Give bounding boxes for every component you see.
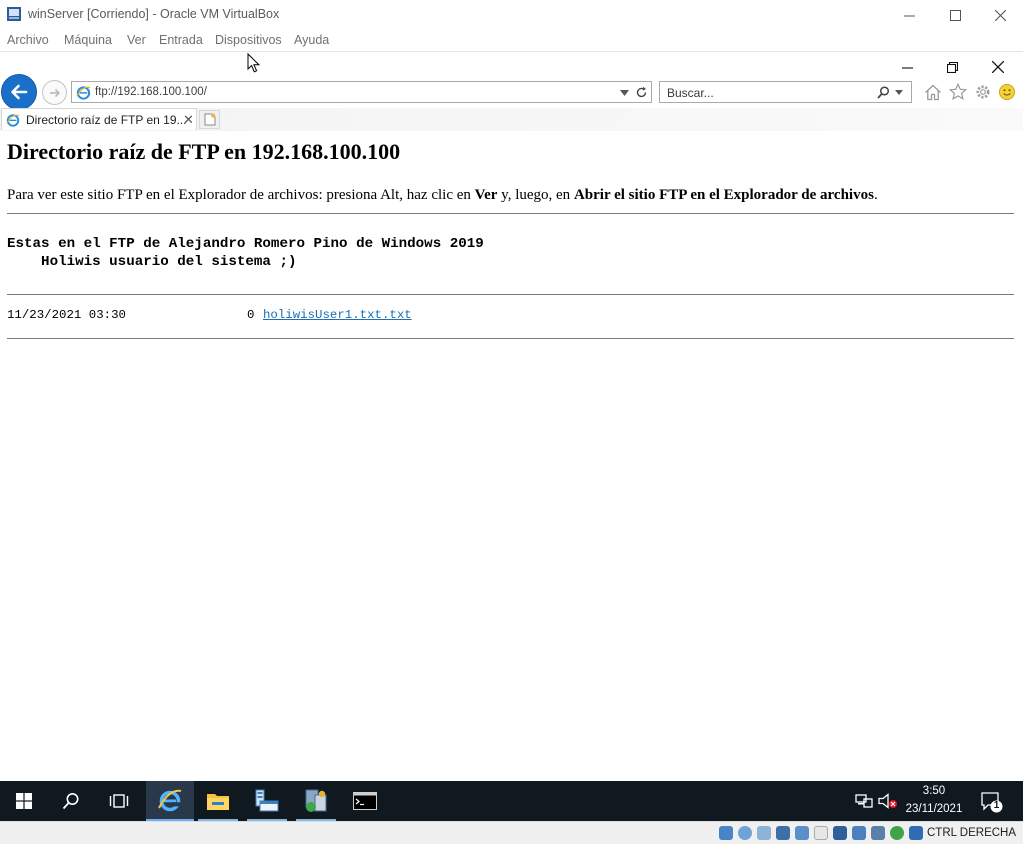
search-box[interactable]: Buscar... — [659, 81, 912, 103]
virtualization-icon[interactable] — [871, 826, 885, 840]
forward-button[interactable] — [42, 80, 67, 105]
file-datetime: 11/23/2021 03:30 — [7, 308, 126, 322]
search-icon — [62, 793, 79, 810]
clock-date[interactable]: 23/11/2021 — [900, 803, 968, 815]
favorites-button[interactable] — [948, 82, 968, 102]
internet-explorer-icon — [158, 789, 182, 812]
notification-count: 1 — [993, 800, 1000, 811]
optical-drive-icon[interactable] — [738, 826, 752, 840]
terminal-icon — [353, 792, 377, 810]
address-text: ftp://192.168.100.100/ — [95, 86, 207, 98]
search-taskbar-button[interactable] — [47, 781, 95, 821]
menu-dispositivos[interactable]: Dispositivos — [215, 33, 282, 47]
action-center-button[interactable]: 1 — [980, 791, 1004, 813]
instructions-text: y, luego, en — [497, 187, 574, 203]
back-button[interactable] — [1, 74, 37, 110]
video-capture-icon[interactable] — [852, 826, 866, 840]
refresh-icon[interactable] — [635, 86, 648, 99]
taskbar-iis-manager[interactable] — [292, 781, 340, 821]
audio-icon[interactable] — [757, 826, 771, 840]
guest-additions-icon[interactable] — [890, 826, 904, 840]
address-bar[interactable]: ftp://192.168.100.100/ — [71, 81, 652, 103]
maximize-button[interactable] — [932, 0, 978, 30]
clock-time[interactable]: 3:50 — [900, 785, 968, 797]
instructions-text: . — [873, 187, 878, 203]
network-adapter-icon[interactable] — [776, 826, 790, 840]
divider — [7, 294, 1014, 295]
menu-maquina[interactable]: Máquina — [64, 33, 112, 47]
feedback-button[interactable] — [997, 82, 1017, 102]
tab-close-icon[interactable]: ✕ — [183, 112, 194, 128]
window-title: winServer [Corriendo] - Oracle VM Virtua… — [28, 7, 280, 21]
file-size: 0 — [247, 308, 255, 322]
star-icon — [949, 83, 967, 101]
restore-icon — [946, 61, 958, 73]
menu-bar: Archivo Máquina Ver Entrada Dispositivos… — [0, 30, 1023, 52]
gear-icon — [976, 85, 990, 99]
forward-arrow-icon — [49, 88, 60, 97]
welcome-banner-line-1: Estas en el FTP de Alejandro Romero Pino… — [7, 236, 484, 252]
home-icon — [925, 84, 941, 100]
taskbar-server-manager[interactable] — [243, 781, 291, 821]
maximize-icon — [949, 9, 961, 21]
task-view-icon — [109, 794, 129, 808]
tools-button[interactable] — [973, 82, 993, 102]
taskbar-file-explorer[interactable] — [194, 781, 242, 821]
taskbar-command-prompt[interactable] — [341, 781, 389, 821]
instructions-open-ftp: Abrir el sitio FTP en el Explorador de a… — [573, 187, 874, 203]
mouse-integration-icon[interactable] — [909, 826, 923, 840]
usb-icon[interactable] — [795, 826, 809, 840]
new-tab-button[interactable] — [199, 110, 220, 129]
virtualbox-app-icon — [7, 7, 21, 21]
folder-icon — [207, 794, 229, 810]
windows-logo-icon — [16, 793, 32, 809]
mouse-cursor-icon — [247, 53, 260, 73]
virtualbox-statusbar — [0, 821, 1023, 844]
hard-disk-icon[interactable] — [719, 826, 733, 840]
display-icon[interactable] — [833, 826, 847, 840]
menu-ayuda[interactable]: Ayuda — [294, 33, 329, 47]
search-icon[interactable] — [877, 86, 890, 99]
menu-archivo[interactable]: Archivo — [7, 33, 49, 47]
taskbar-internet-explorer[interactable] — [146, 781, 194, 821]
tab-label: Directorio raíz de FTP en 19... — [26, 113, 187, 127]
menu-entrada[interactable]: Entrada — [159, 33, 203, 47]
browser-minimize-button[interactable] — [897, 60, 917, 74]
iis-manager-icon — [305, 789, 327, 812]
speaker-muted-icon[interactable] — [878, 793, 898, 809]
search-dropdown-icon[interactable] — [895, 90, 903, 95]
ie-page-icon — [76, 86, 91, 100]
welcome-banner-line-2: Holiwis usuario del sistema ;) — [7, 254, 297, 270]
search-input[interactable]: Buscar... — [667, 86, 714, 100]
tab-ftp-root[interactable]: Directorio raíz de FTP en 19... ✕ — [1, 108, 197, 130]
browser-restore-button[interactable] — [942, 60, 962, 74]
task-view-button[interactable] — [95, 781, 143, 821]
smiley-icon — [999, 84, 1015, 100]
menu-ver[interactable]: Ver — [127, 33, 146, 47]
network-icon[interactable] — [855, 793, 873, 809]
page-title: Directorio raíz de FTP en 192.168.100.10… — [7, 139, 401, 164]
instructions-ver: Ver — [474, 187, 498, 203]
shared-folders-icon[interactable] — [814, 826, 828, 840]
start-button[interactable] — [0, 781, 48, 821]
file-link[interactable]: holiwisUser1.txt.txt — [263, 308, 412, 322]
close-icon — [992, 61, 1004, 73]
minimize-button[interactable] — [886, 0, 932, 30]
explorer-instructions: Para ver este sitio FTP en el Explorador… — [7, 187, 878, 204]
minimize-icon — [903, 15, 915, 16]
instructions-text: Para ver este sitio FTP en el Explorador… — [7, 187, 475, 203]
back-arrow-icon — [11, 84, 28, 100]
home-button[interactable] — [923, 82, 943, 102]
close-button[interactable] — [977, 0, 1023, 30]
minimize-icon — [901, 66, 913, 69]
ie-page-icon — [6, 114, 20, 127]
new-tab-icon — [204, 113, 215, 126]
divider — [7, 213, 1014, 214]
address-dropdown-icon[interactable] — [620, 90, 629, 96]
server-manager-icon — [255, 789, 279, 812]
close-icon — [994, 9, 1006, 21]
host-key-label: CTRL DERECHA — [927, 827, 1017, 839]
browser-close-button[interactable] — [988, 60, 1008, 74]
divider — [7, 338, 1014, 339]
